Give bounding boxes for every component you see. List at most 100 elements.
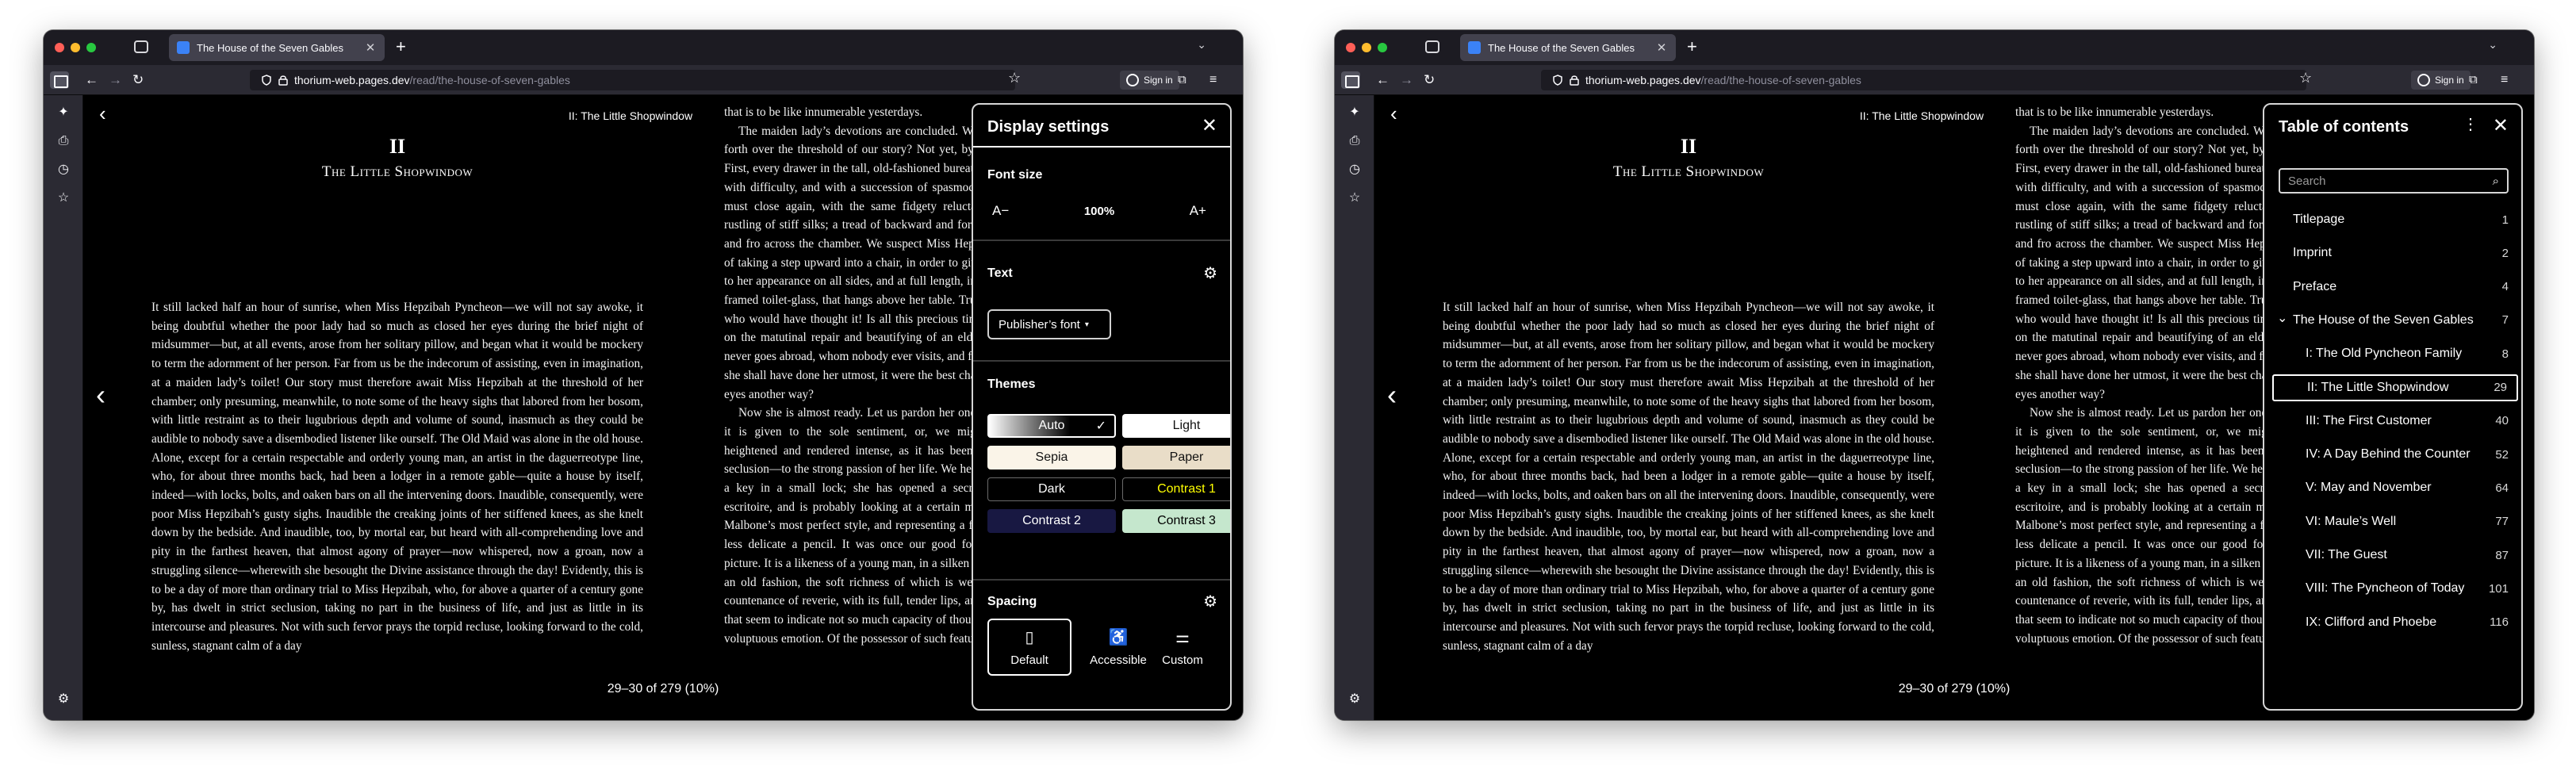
url-host: thorium-web.pages.dev: [294, 74, 410, 86]
close-tab-icon[interactable]: ✕: [1655, 40, 1668, 55]
history-icon[interactable]: ◷: [56, 162, 71, 178]
toc-item[interactable]: V: May and November 64: [2272, 474, 2518, 501]
toc-item[interactable]: IX: Clifford and Phoebe 116: [2272, 609, 2518, 636]
toc-item[interactable]: Imprint 2: [2272, 240, 2518, 266]
reload-icon[interactable]: ↻: [1424, 71, 1435, 89]
chapter-number: II: [389, 135, 406, 158]
close-window-button[interactable]: [55, 43, 64, 52]
list-tabs-icon[interactable]: ⌄: [1197, 38, 1206, 52]
theme-option[interactable]: Sepia: [987, 446, 1116, 469]
toc-item-label: V: May and November: [2306, 481, 2432, 495]
extensions-icon[interactable]: ⧉: [2469, 71, 2478, 89]
more-icon[interactable]: ⋮: [2463, 114, 2478, 134]
toc-search-input[interactable]: Search ⌕: [2279, 168, 2509, 194]
theme-option[interactable]: Contrast 2: [987, 509, 1116, 533]
sign-in-label: Sign in: [2435, 75, 2464, 86]
account-icon: [1126, 74, 1139, 86]
favicon-icon: [177, 41, 190, 54]
url-bar[interactable]: thorium-web.pages.dev/read/the-house-of-…: [250, 70, 1015, 90]
tab-active[interactable]: The House of the Seven Gables ✕: [169, 34, 385, 61]
lock-icon: [278, 75, 288, 86]
nav-bar: ← → ↻ thorium-web.pages.dev/read/the-hou…: [1335, 65, 2534, 95]
forward-icon[interactable]: →: [109, 71, 122, 89]
zoom-window-button[interactable]: [86, 43, 96, 52]
history-icon[interactable]: ◷: [1347, 162, 1363, 178]
previous-page-icon[interactable]: ‹: [1387, 379, 1397, 411]
toc-item[interactable]: ⌄ The House of the Seven Gables 7: [2272, 307, 2518, 334]
theme-option[interactable]: Dark: [987, 477, 1116, 501]
sign-in-button[interactable]: Sign in: [2411, 71, 2471, 90]
new-tab-icon[interactable]: +: [396, 36, 406, 57]
back-icon[interactable]: ←: [85, 71, 98, 89]
accessibility-icon: ♿: [1108, 629, 1129, 646]
spacing-default-option[interactable]: ▯ Default: [987, 619, 1071, 676]
sign-in-button[interactable]: Sign in: [1120, 71, 1179, 90]
close-icon[interactable]: ✕: [2493, 114, 2509, 137]
increase-font-button[interactable]: A+: [1190, 203, 1217, 219]
font-family-select[interactable]: Publisher’s font ▾: [987, 309, 1111, 339]
toc-item-label: III: The First Customer: [2306, 413, 2432, 427]
tab-strip: The House of the Seven Gables ✕ + ⌄: [44, 30, 1243, 65]
extensions-icon[interactable]: ⧉: [1178, 71, 1186, 89]
minimize-window-button[interactable]: [71, 43, 80, 52]
toc-item[interactable]: VII: The Guest 87: [2272, 542, 2518, 569]
synced-tabs-icon[interactable]: ⎙: [1347, 133, 1363, 149]
shield-icon: [262, 75, 271, 86]
customize-sidebar-icon[interactable]: ⚙: [56, 692, 71, 707]
close-icon[interactable]: ✕: [1202, 114, 1217, 137]
toc-item[interactable]: VIII: The Pyncheon of Today 101: [2272, 575, 2518, 602]
list-tabs-icon[interactable]: ⌄: [2488, 38, 2497, 52]
tab-strip: The House of the Seven Gables ✕ + ⌄: [1335, 30, 2534, 65]
ai-chat-icon[interactable]: ✦: [56, 105, 71, 121]
new-tab-icon[interactable]: +: [1687, 36, 1697, 57]
left-sidebar: ✦ ⎙ ◷ ☆ ⚙: [44, 95, 83, 720]
url-bar[interactable]: thorium-web.pages.dev/read/the-house-of-…: [1541, 70, 2306, 90]
toc-item[interactable]: IV: A Day Behind the Counter 52: [2272, 441, 2518, 468]
close-tab-icon[interactable]: ✕: [364, 40, 377, 55]
divider: [973, 579, 1230, 581]
bookmark-star-icon[interactable]: ☆: [1008, 70, 1021, 86]
theme-option[interactable]: Contrast 3: [1122, 509, 1230, 533]
bookmarks-icon[interactable]: ☆: [56, 190, 71, 206]
spacing-settings-gear-icon[interactable]: ⚙: [1203, 592, 1217, 611]
back-icon[interactable]: ←: [1376, 71, 1390, 89]
decrease-font-button[interactable]: A−: [987, 203, 1009, 219]
sidebar-toggle-icon[interactable]: [50, 71, 69, 89]
text-column-left: It still lacked half an hour of sunrise,…: [151, 301, 643, 653]
font-size-value: 100%: [1083, 204, 1115, 218]
reload-icon[interactable]: ↻: [132, 71, 144, 89]
app-menu-icon[interactable]: ≡: [2501, 71, 2508, 89]
theme-label: Light: [1172, 419, 1201, 432]
theme-option[interactable]: Auto ✓: [987, 414, 1116, 438]
toc-panel: Table of contents ⋮ ✕ Search ⌕ Titlepage 1…: [2263, 103, 2523, 711]
tab-active[interactable]: The House of the Seven Gables ✕: [1460, 34, 1676, 61]
toc-item-label: VIII: The Pyncheon of Today: [2306, 581, 2465, 596]
bookmark-star-icon[interactable]: ☆: [2299, 70, 2312, 86]
forward-icon[interactable]: →: [1400, 71, 1413, 89]
toc-item-page: 101: [2488, 581, 2509, 596]
chevron-down-icon[interactable]: ⌄: [2277, 310, 2287, 326]
tab-overview-icon[interactable]: [134, 40, 148, 53]
previous-page-icon[interactable]: ‹: [96, 379, 105, 411]
toc-item[interactable]: II: The Little Shopwindow 29: [2272, 374, 2518, 401]
tab-overview-icon[interactable]: [1425, 40, 1439, 53]
text-settings-gear-icon[interactable]: ⚙: [1203, 263, 1217, 283]
sidebar-toggle-icon[interactable]: [1341, 71, 1360, 89]
synced-tabs-icon[interactable]: ⎙: [56, 133, 71, 149]
zoom-window-button[interactable]: [1378, 43, 1387, 52]
ai-chat-icon[interactable]: ✦: [1347, 105, 1363, 121]
theme-option[interactable]: Paper: [1122, 446, 1230, 469]
app-menu-icon[interactable]: ≡: [1209, 71, 1217, 89]
theme-option[interactable]: Light: [1122, 414, 1230, 438]
toc-item[interactable]: Titlepage 1: [2272, 206, 2518, 233]
toc-item[interactable]: Preface 4: [2272, 274, 2518, 301]
close-window-button[interactable]: [1346, 43, 1355, 52]
toc-item[interactable]: VI: Maule’s Well 77: [2272, 508, 2518, 535]
theme-option[interactable]: Contrast 1: [1122, 477, 1230, 501]
bookmarks-icon[interactable]: ☆: [1347, 190, 1363, 206]
minimize-window-button[interactable]: [1362, 43, 1371, 52]
customize-sidebar-icon[interactable]: ⚙: [1347, 692, 1363, 707]
spacing-custom-option[interactable]: ⚌ Custom: [1132, 619, 1230, 676]
toc-item[interactable]: I: The Old Pyncheon Family 8: [2272, 340, 2518, 367]
toc-item[interactable]: III: The First Customer 40: [2272, 408, 2518, 435]
